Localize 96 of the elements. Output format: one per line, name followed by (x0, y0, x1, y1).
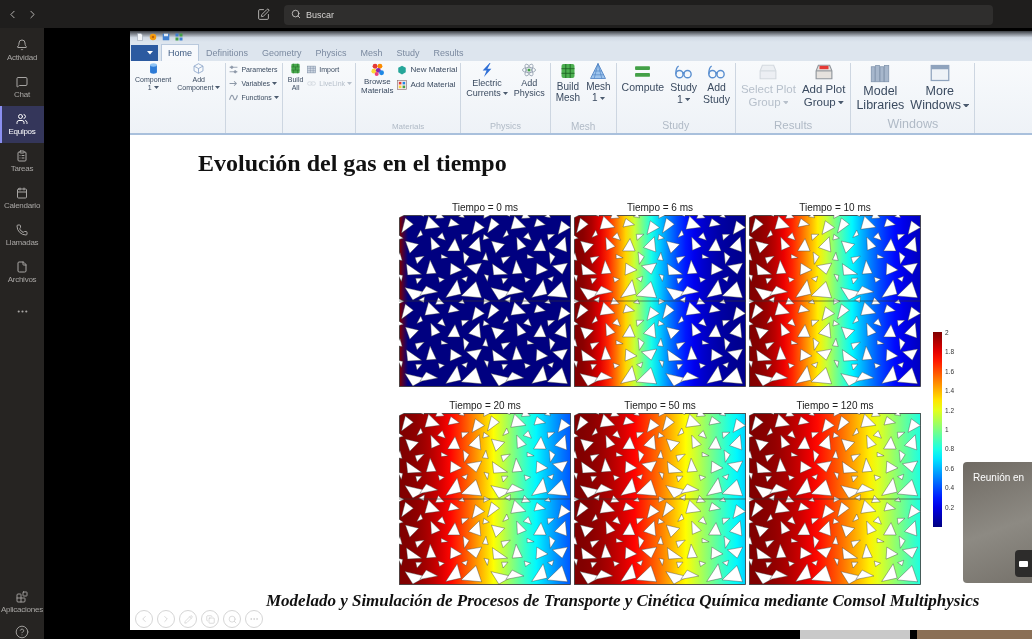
atom-icon (522, 63, 537, 77)
app-bar-item[interactable]: Actividad (0, 32, 44, 69)
equals-icon (634, 63, 652, 80)
group-label: Results (774, 119, 813, 132)
video-thumbnail[interactable] (800, 630, 910, 639)
app-bar-item[interactable]: Calendario (0, 180, 44, 217)
hexagon-icon (397, 65, 408, 75)
ribbon-button[interactable]: Add Physics (511, 63, 547, 99)
tray-icon (759, 63, 778, 81)
panel-title: Tiempo = 120 ms (796, 399, 874, 413)
caret-icon (215, 86, 221, 90)
panel-title: Tiempo = 0 ms (451, 201, 518, 215)
tray-icon (814, 63, 833, 81)
video-thumbnail[interactable] (917, 630, 1032, 639)
bell-icon (16, 39, 28, 51)
group-label: Study (662, 120, 690, 132)
search-icon (291, 9, 301, 19)
arrow-icon (229, 79, 239, 88)
ribbon-button[interactable]: Model Libraries (854, 63, 907, 113)
color-cluster-icon (370, 63, 384, 76)
caret-icon (272, 82, 278, 86)
help-icon (15, 625, 29, 639)
ribbon-button[interactable]: Electric Currents (464, 63, 510, 99)
caret-icon (273, 96, 279, 100)
chat-icon (16, 76, 28, 88)
apps-icon (16, 590, 28, 603)
caret-icon (963, 103, 970, 108)
chevron-left-icon (139, 614, 149, 624)
people-icon (16, 113, 28, 125)
group-label: Windows (887, 118, 939, 132)
ribbon-button[interactable]: Add Material (397, 80, 458, 90)
group-label: Materials (391, 123, 425, 132)
brick-icon (290, 63, 302, 74)
panel-title: Tiempo = 6 ms (626, 201, 693, 215)
curve-icon (229, 93, 239, 102)
calendar-icon (16, 187, 28, 199)
caret-icon (837, 100, 844, 105)
chevron-right-icon (161, 614, 171, 624)
caret-icon (599, 96, 605, 100)
app-bar-item[interactable]: Chat (0, 69, 44, 106)
ribbon-button[interactable]: New Material (397, 65, 458, 75)
caret-icon (153, 86, 159, 90)
cube-icon (193, 63, 205, 74)
panel-title: Tiempo = 20 ms (449, 399, 521, 413)
phone-icon (16, 224, 28, 236)
caret-icon (684, 98, 691, 102)
group-label: Mesh (570, 121, 596, 132)
table-icon (307, 65, 317, 74)
pencil-icon (183, 614, 193, 624)
document-icon[interactable] (136, 32, 144, 41)
ribbon-button[interactable]: Build Mesh (553, 63, 583, 103)
ribbon-button[interactable]: Browse Materials (359, 63, 396, 96)
file-menu-button[interactable] (131, 45, 158, 61)
cylinder-icon (147, 63, 159, 74)
gear-icon[interactable] (149, 32, 157, 41)
ribbon-button[interactable]: More Windows (908, 63, 972, 113)
ribbon-button[interactable]: Add Study (701, 63, 732, 106)
caret-icon (782, 100, 789, 105)
compose-icon (256, 7, 270, 21)
panel-title: Tiempo = 50 ms (624, 399, 696, 413)
ribbon-tab[interactable]: Home (161, 44, 199, 61)
sliders-icon (229, 65, 239, 74)
color-grid-icon (397, 80, 408, 90)
ribbon-button[interactable]: Mesh 1 (584, 63, 613, 103)
panel-title: Tiempo = 10 ms (799, 201, 871, 215)
clipboard-icon (16, 150, 28, 162)
caret-icon (502, 92, 508, 95)
search-icon (227, 614, 237, 624)
window-icon (929, 63, 950, 83)
save-icon[interactable] (162, 32, 170, 41)
group-label: Physics (489, 122, 521, 132)
caret-icon (347, 82, 353, 86)
slide-title: Evolución del gas en el tiempo (198, 149, 507, 177)
books-icon (870, 63, 891, 83)
app-bar-item[interactable]: Equipos (0, 106, 44, 143)
search-field[interactable]: Buscar (284, 5, 993, 25)
ribbon-button[interactable]: Study 1 (668, 63, 700, 106)
triangle-mesh-icon (590, 63, 607, 79)
link-icon (307, 79, 317, 88)
ribbon-button[interactable]: Compute (619, 63, 667, 94)
app-bar-item[interactable]: Aplicaciones (0, 585, 44, 619)
ribbon-button[interactable]: Add Plot Group (799, 63, 848, 109)
caret-icon (147, 51, 153, 55)
meeting-title: Reunión en (973, 472, 1025, 484)
app-bar-item[interactable]: Archivos (0, 254, 44, 291)
app-bar-item[interactable]: Llamadas (0, 217, 44, 254)
grid-icon[interactable] (175, 32, 183, 41)
file-icon (16, 261, 28, 273)
app-bar-item[interactable]: Tareas (0, 143, 44, 180)
copy-icon (205, 614, 215, 624)
glasses-icon (675, 63, 693, 80)
video-control-button[interactable] (1015, 550, 1032, 577)
mesh-grid-icon (559, 63, 576, 79)
slide-footer: Modelado y Simulación de Procesos de Transporte y Cinética Química mediante Comsol Multiphysics (266, 591, 980, 611)
rectangle-icon (1019, 560, 1028, 567)
glasses-icon (708, 63, 725, 80)
